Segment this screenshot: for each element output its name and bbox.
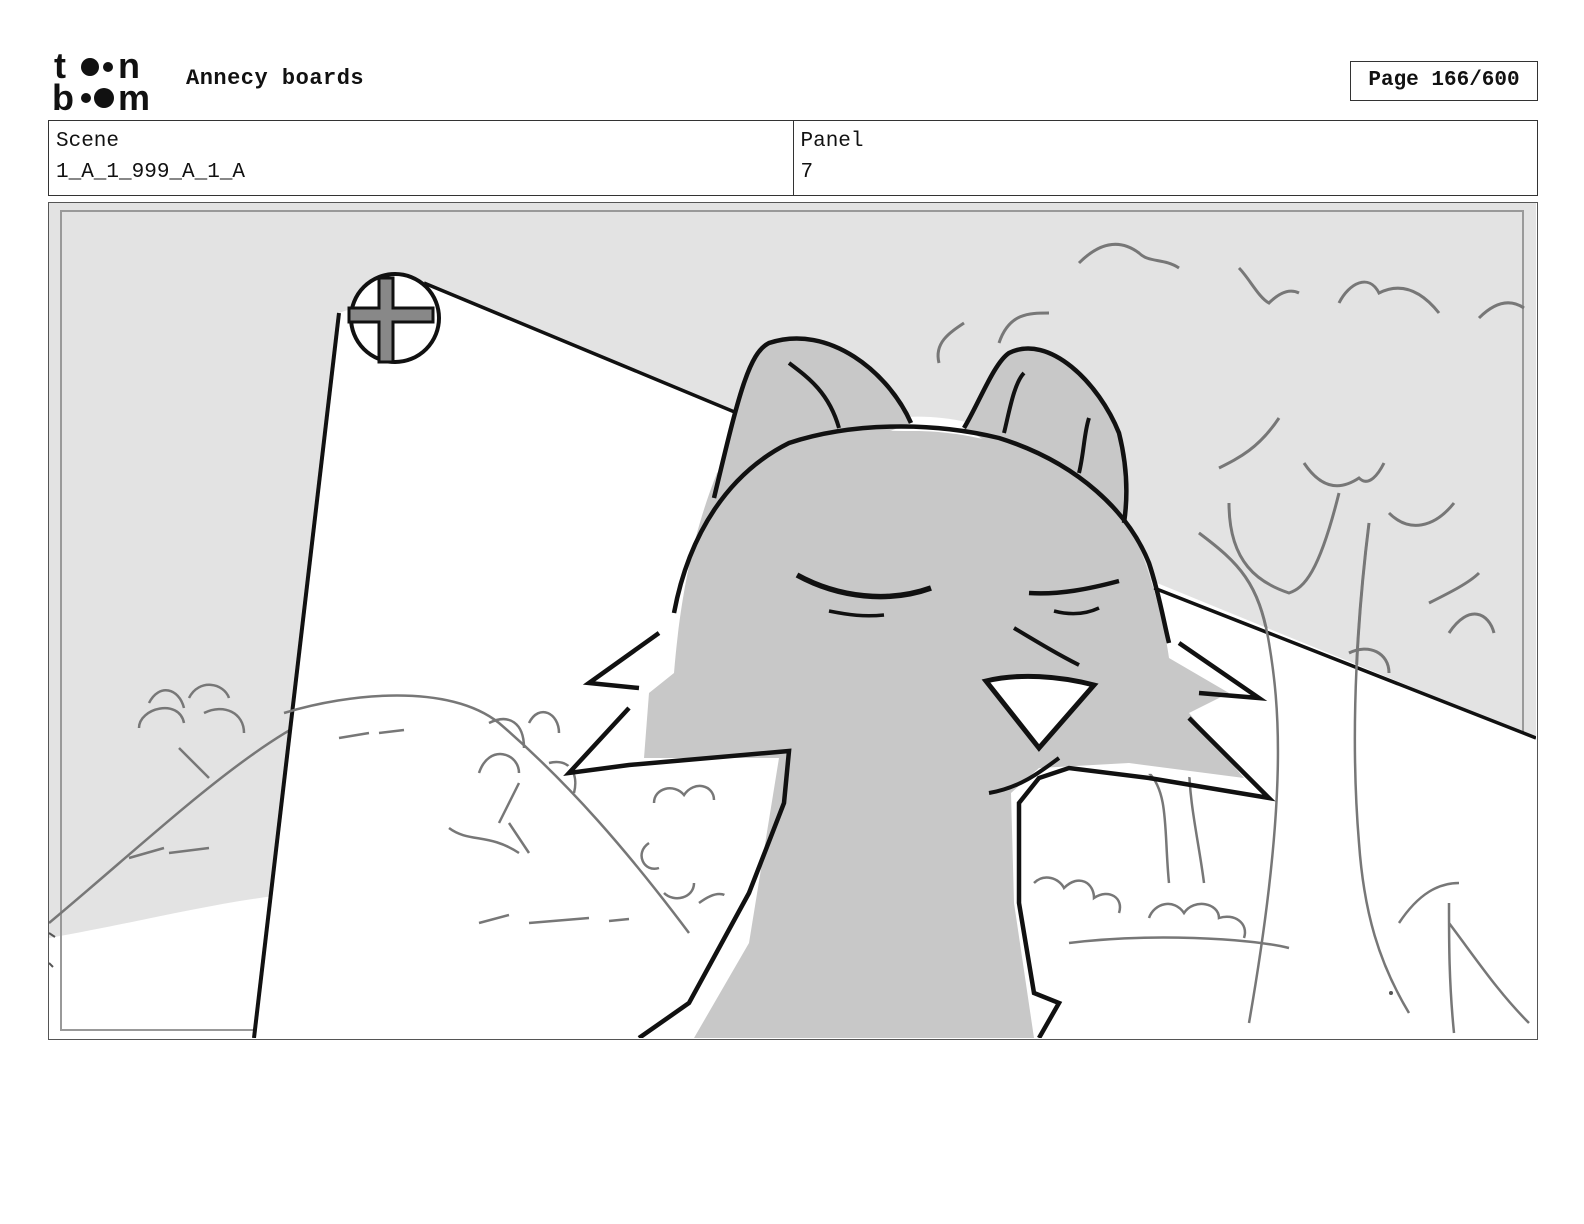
project-title: Annecy boards [186, 66, 365, 91]
panel-cell: Panel 7 [792, 121, 1538, 195]
scene-label: Scene [56, 130, 120, 153]
scene-value: 1_A_1_999_A_1_A [56, 161, 246, 184]
scene-panel-info: Scene 1_A_1_999_A_1_A Panel 7 [48, 120, 1538, 196]
svg-text:m: m [118, 77, 150, 114]
toon-boom-logo: t n b m [52, 48, 150, 114]
panel-label: Panel [800, 130, 864, 153]
storyboard-panel [48, 202, 1538, 1040]
panel-value: 7 [800, 161, 814, 184]
panel-drawing [49, 203, 1536, 1038]
svg-text:b: b [52, 77, 74, 114]
spotlight-lamp [347, 272, 441, 364]
page-indicator: Page 166/600 [1350, 61, 1538, 101]
scene-cell: Scene 1_A_1_999_A_1_A [49, 121, 793, 195]
